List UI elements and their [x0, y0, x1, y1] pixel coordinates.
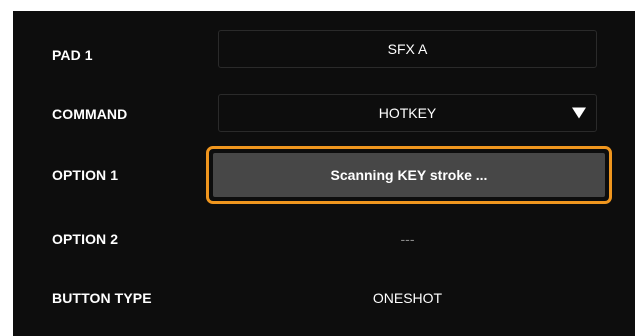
button-type-value[interactable]: ONESHOT — [218, 290, 597, 306]
command-value: HOTKEY — [378, 105, 437, 121]
option1-focus-highlight[interactable]: Scanning KEY stroke ... — [206, 146, 612, 204]
pad-settings-panel: PAD 1 SFX A COMMAND HOTKEY OPTION 1 Scan… — [13, 11, 635, 336]
command-label: COMMAND — [52, 106, 128, 122]
option1-label: OPTION 1 — [52, 167, 119, 183]
option2-value: --- — [400, 231, 415, 247]
option2-label: OPTION 2 — [52, 231, 119, 247]
pad-name-value: SFX A — [387, 41, 428, 57]
option1-scan-text: Scanning KEY stroke ... — [330, 167, 488, 183]
button-type-label: BUTTON TYPE — [52, 290, 152, 306]
command-dropdown[interactable]: HOTKEY — [218, 94, 597, 132]
option1-scan-button[interactable]: Scanning KEY stroke ... — [213, 153, 605, 197]
pad-name-field[interactable]: SFX A — [218, 30, 597, 68]
pad-label: PAD 1 — [52, 47, 93, 63]
triangle-down-icon[interactable] — [572, 107, 586, 119]
